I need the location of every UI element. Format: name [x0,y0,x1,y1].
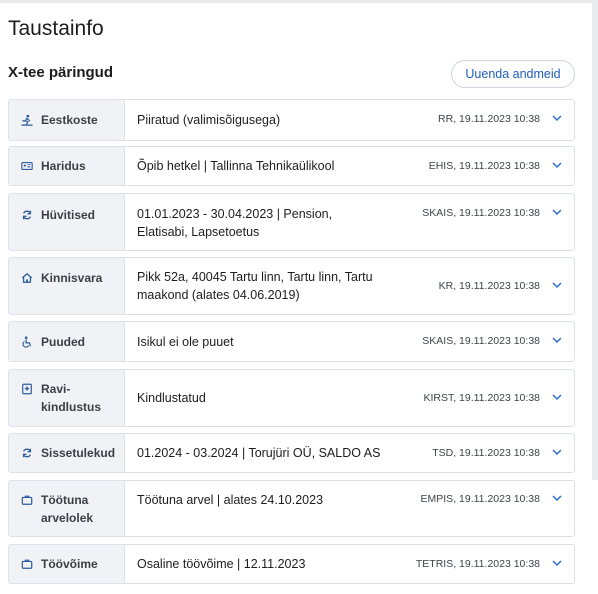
row-source-timestamp: KIRST, 19.11.2023 10:38 [423,392,540,404]
list-item-ravikindlustus[interactable]: Ravi-kindlustus Kindlustatud KIRST, 19.1… [8,369,575,427]
row-label-cell: Puuded [9,322,125,361]
chevron-down-icon[interactable] [551,558,563,568]
wheelchair-icon [20,335,34,349]
briefcase-icon [20,493,34,507]
row-label: Ravi-kindlustus [41,380,101,416]
row-source-timestamp: TETRIS, 19.11.2023 10:38 [415,558,540,570]
chevron-down-icon[interactable] [551,335,563,345]
chevron-down-icon[interactable] [551,207,563,217]
row-label: Haridus [41,159,86,173]
section-title: X-tee päringud [8,64,114,81]
chevron-down-icon[interactable] [551,113,563,123]
person-walking-icon [20,113,34,127]
row-source-timestamp: RR, 19.11.2023 10:38 [438,113,540,125]
row-label: Töövõime [41,557,98,571]
list-item-huvitised[interactable]: Hüvitised 01.01.2023 - 30.04.2023 | Pens… [8,193,575,251]
row-label-cell: Kinnisvara [9,258,125,314]
row-source-timestamp: EMPIS, 19.11.2023 10:38 [420,493,540,505]
scrollbar-track[interactable] [592,0,598,480]
row-source-timestamp: SKAIS, 19.11.2023 10:38 [422,335,540,347]
row-label: Kinnisvara [41,271,103,285]
chevron-down-icon[interactable] [551,493,563,503]
list-item-puuded[interactable]: Puuded Isikul ei ole puuet SKAIS, 19.11.… [8,321,575,362]
medical-card-icon [20,382,34,396]
id-card-icon [20,159,34,173]
row-label-cell: Ravi-kindlustus [9,370,125,426]
row-label: Eestkoste [41,113,98,127]
row-value: 01.01.2023 - 30.04.2023 | Pension, Elati… [137,207,333,239]
house-icon [20,271,34,285]
row-label-cell: Eestkoste [9,100,125,140]
list-item-sissetulekud[interactable]: Sissetulekud 01.2024 - 03.2024 | Torujür… [8,433,575,473]
row-label: Puuded [41,334,85,349]
row-label-line: kindlustus [41,400,102,414]
list-item-eestkoste[interactable]: Eestkoste Piiratud (valimisõigusega) RR,… [8,99,575,141]
row-value: Töötuna arvel | alates 24.10.2023 [137,493,324,507]
row-label-cell: Töövõime [9,545,125,583]
refresh-icon [20,208,34,222]
row-label-cell: Hüvitised [9,194,125,250]
row-label-line: arvelolek [41,511,94,525]
row-source-timestamp: SKAIS, 19.11.2023 10:38 [422,207,540,219]
list-item-kinnisvara[interactable]: Kinnisvara Pikk 52a, 40045 Tartu linn, T… [8,257,575,315]
row-source-timestamp: EHIS, 19.11.2023 10:38 [428,160,540,172]
row-label-cell: Haridus [9,147,125,185]
chevron-down-icon[interactable] [551,447,563,457]
page-title: Taustainfo [8,17,104,40]
row-label-line: Ravi- [41,382,71,396]
briefcase-icon [20,557,34,571]
chevron-down-icon[interactable] [551,392,563,402]
row-label: Hüvitised [41,208,96,222]
chevron-down-icon[interactable] [551,280,563,290]
list-item-haridus[interactable]: Haridus Õpib hetkel | Tallinna Tehnikaül… [8,146,575,186]
row-source-timestamp: TSD, 19.11.2023 10:38 [432,447,540,459]
row-label: Töötuna arvelolek [41,491,93,527]
row-label-line: Töötuna [41,493,89,507]
row-label: Sissetulekud [41,446,116,460]
refresh-data-button[interactable]: Uuenda andmeid [451,60,575,88]
chevron-down-icon[interactable] [551,160,563,170]
row-source-timestamp: KR, 19.11.2023 10:38 [438,280,540,292]
list-item-tootuna-arvelolek[interactable]: Töötuna arvelolek Töötuna arvel | alates … [8,480,575,537]
row-label-cell: Töötuna arvelolek [9,481,125,536]
refresh-icon [20,446,34,460]
top-divider [0,0,598,3]
list-item-toovoime[interactable]: Töövõime Osaline töövõime | 12.11.2023 T… [8,544,575,584]
row-label-cell: Sissetulekud [9,434,125,472]
